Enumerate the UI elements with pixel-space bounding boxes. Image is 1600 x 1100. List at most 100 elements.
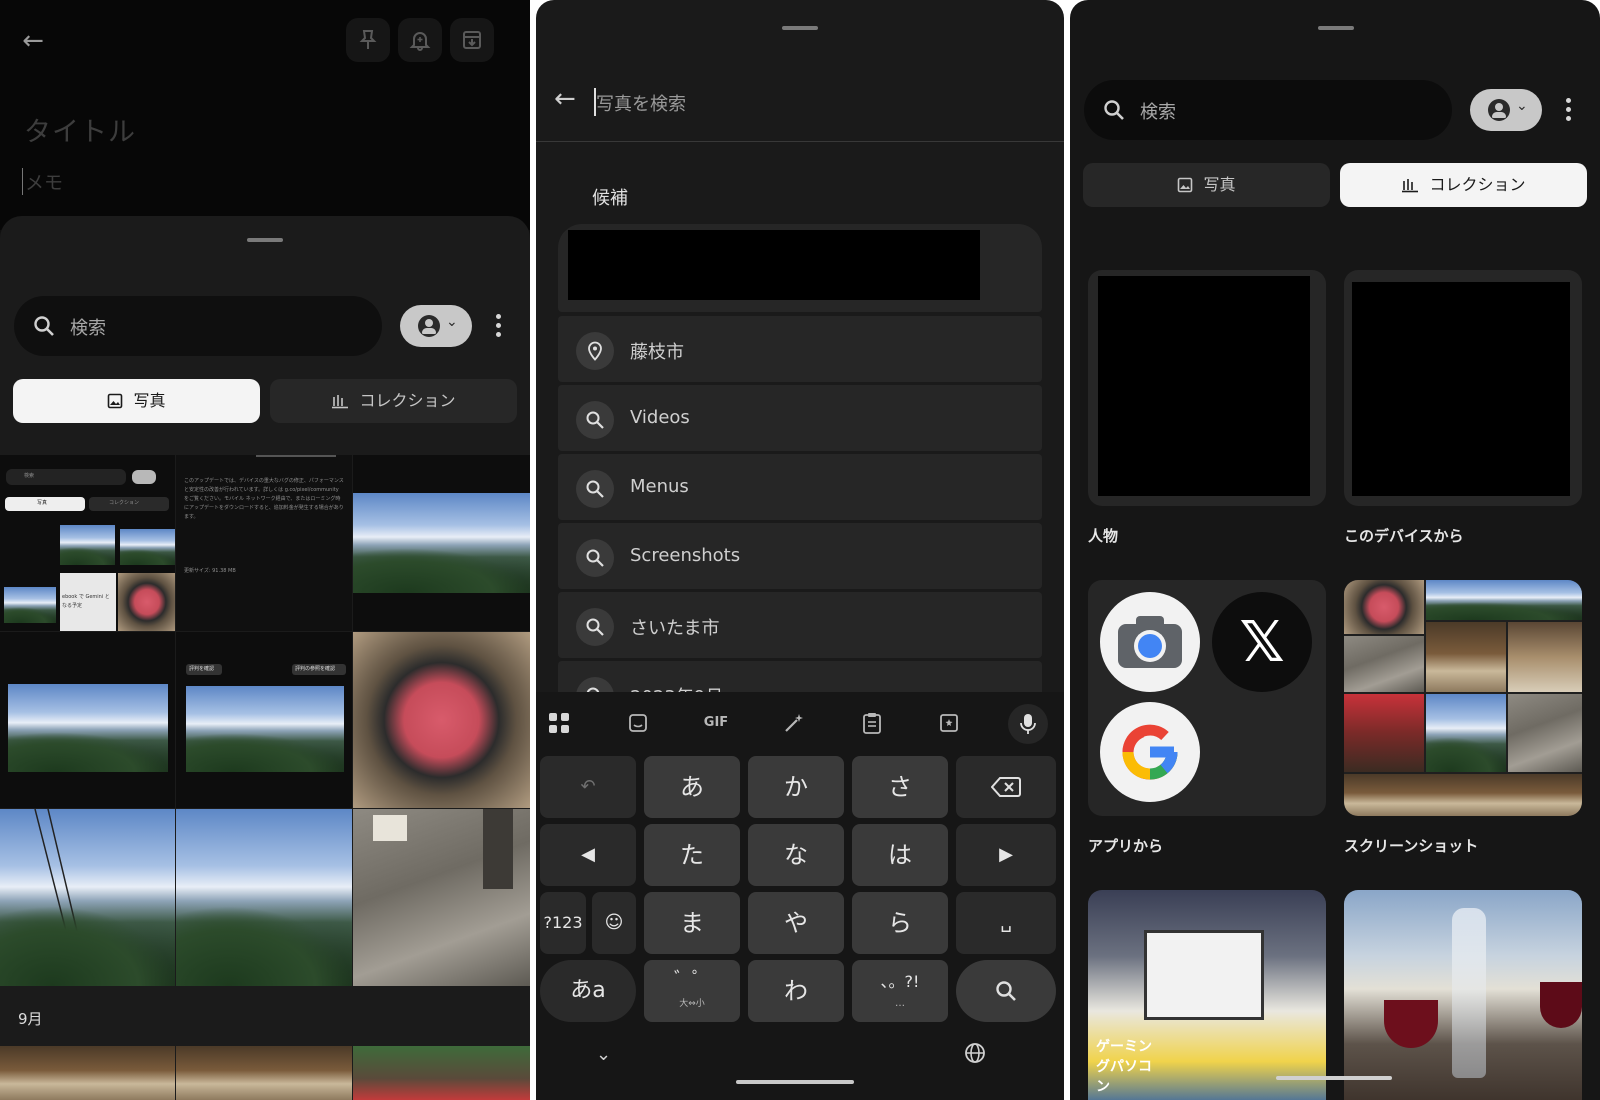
symbols-key[interactable]: ?123 [540,892,586,954]
note-memo-field[interactable]: メモ [22,168,63,195]
thumb-tab-photos: 写真 [5,497,85,511]
reminder-bell-icon[interactable] [398,18,442,62]
suggestion-item[interactable]: 藤枝市 [558,316,1042,382]
collection-icon [1402,179,1419,193]
thumb-mountain-1 [60,525,115,565]
kana-alpha-toggle-key[interactable]: あa [540,960,636,1022]
suggestion-item[interactable]: Menus [558,454,1042,520]
cursor-right-key[interactable]: ▶ [956,824,1056,886]
kana-key[interactable]: た [644,824,740,886]
language-globe-icon[interactable] [964,1042,986,1064]
gif-button[interactable]: GIF [699,706,733,740]
kana-key[interactable]: や [748,892,844,954]
more-options-icon[interactable] [1566,98,1572,124]
kana-key[interactable]: ま [644,892,740,954]
photo-thumbnail-beef-bowl[interactable] [353,632,530,808]
microphone-icon[interactable] [1008,704,1048,744]
collection-thumbnail-wine[interactable] [1344,890,1582,1100]
tab-collections[interactable]: コレクション [1340,163,1587,207]
suggestion-item[interactable]: さいたま市 [558,592,1042,658]
x-app-icon: 𝕏 [1212,592,1312,692]
mini-shrine [1426,622,1506,692]
image-icon [1178,177,1193,193]
hide-keyboard-icon[interactable]: ⌄ [596,1044,611,1065]
thumb-mountain-view-2 [8,684,168,772]
emoji-key[interactable]: ☺ [592,892,636,954]
account-switcher-button[interactable]: ⌄ [1470,89,1542,131]
note-title-field[interactable]: タイトル [24,110,136,149]
back-arrow-icon[interactable]: ← [16,24,50,58]
archive-icon[interactable] [450,18,494,62]
kana-key[interactable]: あ [644,756,740,818]
tab-photos[interactable]: 写真 [1083,163,1330,207]
photo-thumbnail-mountain-wire[interactable] [353,455,530,631]
undo-key[interactable]: ↶ [540,756,636,818]
kana-key[interactable]: な [748,824,844,886]
suggestion-item[interactable]: Screenshots [558,523,1042,589]
kana-key[interactable]: さ [852,756,948,818]
search-icon [576,539,614,577]
cursor-left-key[interactable]: ◀ [540,824,636,886]
photo-thumbnail-mountain-view[interactable] [0,632,175,808]
space-key[interactable]: ␣ [956,892,1056,954]
x-logo: 𝕏 [1239,610,1285,675]
undo-icon: ↶ [580,776,596,797]
suggestion-item[interactable]: Videos [558,385,1042,451]
photo-thumbnail-screenshot[interactable]: 検索 写真 コレクション ebook で Gemini と なる予定 [0,455,175,631]
collection-from-apps[interactable]: 𝕏 G [1088,580,1326,816]
sheet-drag-handle[interactable] [1318,26,1354,30]
pin-icon[interactable] [346,18,390,62]
photo-thumbnail-mountain-clouds[interactable] [176,809,352,986]
punctuation-sub-label: … [895,998,905,1009]
collection-from-device[interactable] [1344,270,1582,506]
kana-key[interactable]: わ [748,960,844,1022]
more-options-icon[interactable] [496,314,502,340]
backspace-key[interactable] [956,756,1056,818]
apps-grid-icon[interactable] [542,706,576,740]
account-switcher-button[interactable]: ⌄ [400,305,472,347]
collection-label: アプリから [1088,837,1164,855]
triangle-left-icon: ◀ [581,844,595,865]
sheet-drag-handle[interactable] [782,26,818,30]
search-enter-key[interactable] [956,960,1056,1022]
photo-thumbnail-stone-path[interactable] [353,809,530,986]
photo-thumbnail-update-screenshot[interactable]: このアップデートでは、デバイスの重大なバグの修正、パフォーマンスと安定性の改善が… [176,455,352,631]
kana-key[interactable]: ら [852,892,948,954]
photo-thumbnail-lens-screenshot[interactable]: 評判を確認 評判の参照を確認 [176,632,352,808]
mini-gate [1344,774,1582,816]
photo-search-input[interactable]: 写真を検索 [596,90,686,116]
thumb-tab-photos-text: 写真 [37,500,48,506]
gesture-nav-bar[interactable] [736,1080,854,1084]
photo-thumbnail-shrine-3[interactable] [353,1046,530,1100]
sheet-drag-handle[interactable] [247,238,283,242]
search-bar[interactable]: 検索 [14,296,382,356]
punctuation-key[interactable]: 、。?! … [852,960,948,1022]
search-bar[interactable]: 検索 [1084,80,1452,140]
thumb-label-right-text: 評判の参照を確認 [295,666,336,672]
month-label: 9月 [18,1010,43,1028]
sticker-icon[interactable] [621,706,655,740]
photo-thumbnail-shrine-2[interactable] [176,1046,352,1100]
tab-collections[interactable]: コレクション [270,379,517,423]
collection-screenshots[interactable] [1344,580,1582,816]
gesture-nav-bar[interactable] [1276,1076,1392,1080]
mini-wine-glass-2 [1540,982,1582,1028]
photo-thumbnail-ropeway[interactable] [0,809,175,986]
edit-image-icon[interactable] [933,706,967,740]
kana-key[interactable]: は [852,824,948,886]
kana-key[interactable]: か [748,756,844,818]
magic-wand-icon[interactable] [777,706,811,740]
tab-photos-label: 写真 [1203,175,1236,194]
dakuten-key[interactable]: ゛゜ 大⇔小 [644,960,740,1022]
redacted-area [1352,282,1570,496]
thumb-mountain-view-3 [186,686,344,772]
tab-photos[interactable]: 写真 [13,379,260,423]
photo-thumbnail-shrine-1[interactable] [0,1046,175,1100]
clipboard-icon[interactable] [855,706,889,740]
punctuation-label: 、。?! [880,972,920,991]
thumb-search-text: 検索 [24,473,35,479]
back-arrow-icon[interactable]: ← [554,84,576,114]
collection-thumbnail-store[interactable]: ゲーミングパソコン [1088,890,1326,1100]
collection-people[interactable] [1088,270,1326,506]
search-placeholder: 検索 [1140,102,1176,123]
